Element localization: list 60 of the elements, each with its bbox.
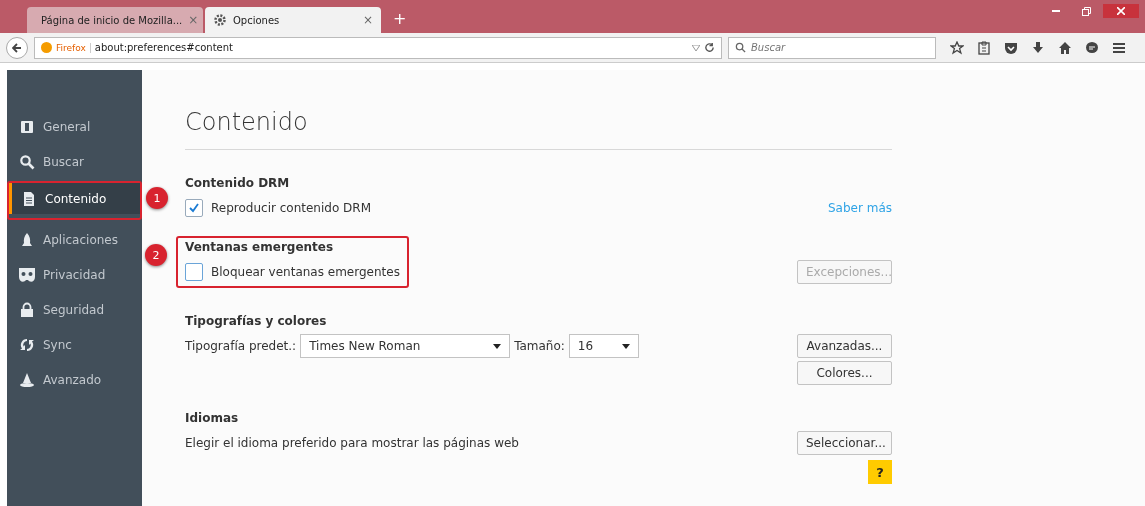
checkmark-icon (188, 202, 200, 214)
back-button[interactable] (6, 36, 28, 59)
page-heading: Contenido (185, 108, 892, 150)
options-button[interactable]: Colores... (797, 361, 892, 385)
font-label: Tipografía predet.: (185, 339, 297, 353)
address-bar[interactable]: Firefox about:preferences#content (34, 36, 722, 59)
clipboard-icon[interactable] (977, 40, 991, 55)
mask-icon (19, 266, 35, 283)
font-dropdown[interactable]: Times New Roman (300, 334, 511, 358)
search-icon (735, 41, 746, 53)
sidebar-item[interactable]: Avanzado (7, 364, 142, 395)
caret-icon (493, 343, 502, 349)
search-icon (19, 153, 35, 170)
sidebar-item[interactable]: Seguridad (7, 294, 142, 325)
checkbox[interactable] (185, 199, 203, 217)
pocket-icon[interactable] (1004, 40, 1018, 55)
arrow-icon (12, 42, 22, 53)
checkbox-label[interactable]: Reproducir contenido DRM (211, 201, 371, 215)
sidebar-item[interactable]: Aplicaciones (7, 224, 142, 255)
url-text: about:preferences#content (94, 42, 234, 53)
sidebar-item[interactable]: Buscar (7, 146, 142, 177)
sidebar-item[interactable]: Contenido (9, 183, 140, 214)
sidebar-item[interactable]: Privacidad (7, 259, 142, 290)
new-tab-button[interactable]: + (393, 9, 407, 28)
identity-label: Firefox (56, 42, 91, 53)
search-field[interactable]: Buscar (728, 36, 936, 59)
hat-icon (19, 371, 35, 388)
lock-icon (19, 301, 35, 318)
caret-icon (621, 343, 630, 349)
rocket-icon (19, 231, 35, 248)
section-heading: Idiomas (185, 411, 240, 425)
sidebar-item[interactable]: General (7, 111, 142, 142)
close-icon[interactable] (1103, 4, 1139, 18)
step-badge: 2 (145, 244, 167, 266)
size-dropdown[interactable]: 16 (568, 334, 639, 358)
options-button[interactable]: Seleccionar... (797, 431, 892, 455)
size-label: Tamaño: (514, 339, 565, 353)
dropdown-icon[interactable] (692, 44, 700, 51)
close-tab-button[interactable]: × (362, 13, 373, 27)
sidebar-item[interactable]: Sync (7, 329, 142, 360)
help-button[interactable]: ? (868, 460, 892, 484)
browser-tab[interactable]: Opciones × (205, 7, 381, 33)
section-heading: Ventanas emergentes (185, 240, 335, 254)
document-icon (21, 190, 37, 207)
menu-icon[interactable] (1112, 40, 1126, 55)
browser-tab[interactable]: Página de inicio de Mozilla... × (27, 7, 203, 33)
checkbox-label[interactable]: Bloquear ventanas emergentes (211, 265, 400, 279)
description-text: Elegir el idioma preferido para mostrar las páginas web (185, 436, 519, 450)
section-heading: Contenido DRM (185, 176, 291, 190)
download-icon[interactable] (1031, 40, 1045, 55)
home-icon[interactable] (1058, 40, 1072, 55)
section-heading: Tipografías y colores (185, 314, 328, 328)
switch-icon (19, 118, 35, 135)
sync-icon (19, 336, 35, 353)
gear-icon (213, 13, 227, 27)
checkbox[interactable] (185, 263, 203, 281)
chat-icon[interactable] (1085, 40, 1099, 55)
options-button[interactable]: Avanzadas... (797, 334, 892, 358)
star-icon[interactable] (950, 40, 964, 55)
reload-icon[interactable] (704, 42, 715, 53)
